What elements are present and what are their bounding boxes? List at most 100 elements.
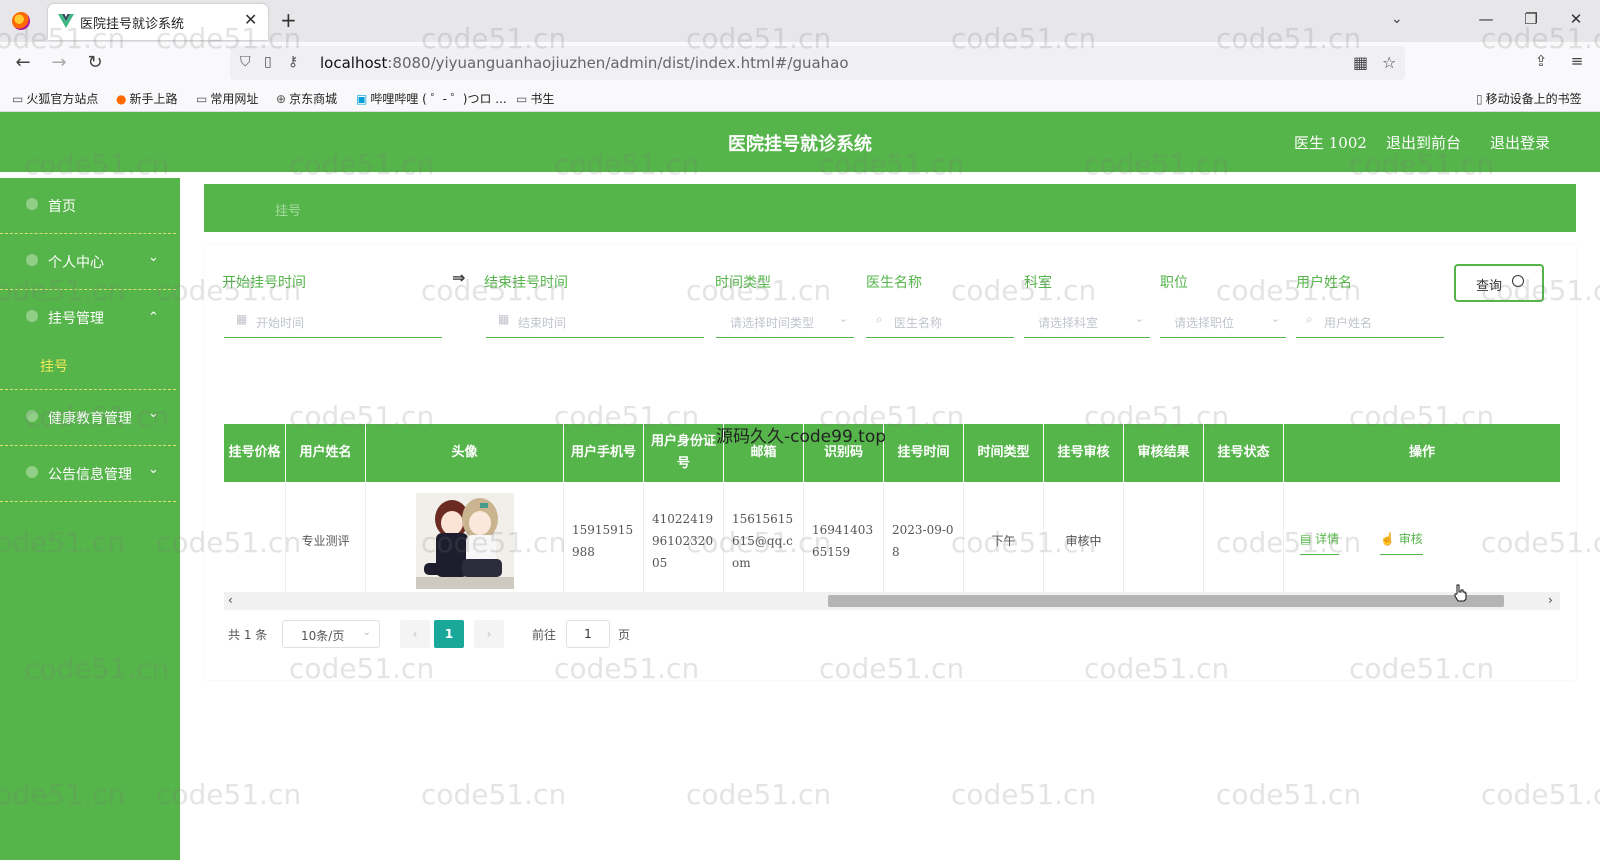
column-header: 用户姓名 <box>286 424 366 482</box>
sidebar-item-profile[interactable]: 个人中心 ⌄ <box>0 234 176 290</box>
chevron-down-icon: ⌄ <box>148 250 159 265</box>
bookmark-item[interactable]: ⊕ 京东商城 <box>276 90 337 107</box>
chevron-down-icon: ⌄ <box>838 312 848 325</box>
url-bar[interactable]: ⛉ ▯ ⚷ localhost:8080/yiyuanguanhaojiuzhe… <box>230 46 1405 80</box>
firefox-icon[interactable] <box>12 12 30 30</box>
page-icon[interactable]: ▯ <box>264 54 272 70</box>
sidebar-item-registration[interactable]: 挂号管理 ⌃ <box>0 290 176 346</box>
position-select[interactable]: 请选择职位 ⌄ <box>1160 302 1286 338</box>
end-time-input[interactable]: ▦ 结束时间 <box>486 302 704 338</box>
folder-icon: ▭ <box>516 92 528 106</box>
bookmark-star-icon[interactable]: ☆ <box>1382 53 1396 72</box>
end-time-label: 结束挂号时间 <box>484 275 568 291</box>
breadcrumb: 挂号 <box>204 184 1576 232</box>
goto-page-input[interactable]: 1 <box>566 620 610 648</box>
time-type-label: 时间类型 <box>715 275 771 291</box>
home-icon <box>26 198 38 210</box>
globe-icon: ⊕ <box>276 92 287 106</box>
close-tab-icon[interactable]: ✕ <box>244 10 257 29</box>
url-text[interactable]: localhost:8080/yiyuanguanhaojiuzhen/admi… <box>320 54 849 72</box>
bilibili-icon: ▣ <box>356 92 368 106</box>
minimize-icon[interactable]: — <box>1476 10 1496 28</box>
to-front-link[interactable]: 退出到前台 <box>1386 132 1461 153</box>
next-page-button[interactable]: › <box>474 620 504 648</box>
bookmark-item[interactable]: ▭ 书生 <box>516 90 554 107</box>
search-icon <box>1512 275 1524 287</box>
bookmark-item[interactable]: ● 新手上路 <box>116 90 178 107</box>
cell-avatar <box>366 482 564 600</box>
bookmark-item[interactable]: ▭ 常用网址 <box>196 90 258 107</box>
table-row[interactable]: 专业测评 15915915988 410224199610232005 1561… <box>224 482 1560 600</box>
share-icon[interactable]: ⇪ <box>1530 52 1552 70</box>
user-name-label: 用户姓名 <box>1296 275 1352 291</box>
table-header: 挂号价格 用户姓名 头像 用户手机号 用户身份证号 邮箱 识别码 挂号时间 时间… <box>224 424 1560 482</box>
cell-actions: ▤ 详情 ☝ 审核 <box>1284 482 1560 600</box>
education-icon <box>26 410 38 422</box>
tab-title: 医院挂号就诊系统 <box>80 17 185 32</box>
cell-status <box>1204 482 1284 600</box>
sidebar-item-notices[interactable]: 公告信息管理 ⌄ <box>0 446 176 502</box>
cell-time-type: 下午 <box>964 482 1044 600</box>
chevron-down-icon: ⌄ <box>362 627 371 638</box>
page-size-value: 10条/页 <box>301 629 345 643</box>
cell-time: 2023-09-08 <box>884 482 964 600</box>
shield-icon[interactable]: ⛉ <box>240 54 251 70</box>
start-time-input[interactable]: ▦ 开始时间 <box>224 302 442 338</box>
window-close-icon[interactable]: ✕ <box>1566 10 1586 28</box>
mobile-bookmarks[interactable]: ▯ 移动设备上的书签 <box>1476 90 1582 107</box>
page-size-select[interactable]: 10条/页 ⌄ <box>282 620 380 648</box>
search-icon: ⌕ <box>876 312 883 326</box>
sidebar-item-health-education[interactable]: 健康教育管理 ⌄ <box>0 390 176 446</box>
column-header: 时间类型 <box>964 424 1044 482</box>
detail-button[interactable]: ▤ 详情 <box>1300 528 1340 555</box>
cell-code: 1694140365159 <box>804 482 884 600</box>
prev-page-button[interactable]: ‹ <box>400 620 430 648</box>
scroll-right-icon[interactable]: › <box>1548 593 1553 607</box>
end-time-placeholder: 结束时间 <box>518 316 567 330</box>
menu-icon[interactable]: ≡ <box>1566 52 1588 70</box>
horizontal-scrollbar[interactable]: ‹ › <box>224 592 1560 610</box>
range-arrow-icon: ⇒ <box>452 268 466 287</box>
forward-icon[interactable]: → <box>48 52 70 73</box>
browser-tab[interactable]: 医院挂号就诊系统 ✕ <box>48 4 268 40</box>
chevron-down-icon: ⌄ <box>148 462 159 477</box>
cell-audit: 审核中 <box>1044 482 1124 600</box>
detail-label: 详情 <box>1315 532 1340 546</box>
audit-button[interactable]: ☝ 审核 <box>1380 528 1423 555</box>
department-select[interactable]: 请选择科室 ⌄ <box>1024 302 1150 338</box>
watermark-text: code51.cn <box>951 778 1097 811</box>
key-icon[interactable]: ⚷ <box>288 54 298 70</box>
time-type-placeholder: 请选择时间类型 <box>730 316 815 330</box>
tab-list-chevron-icon[interactable]: ⌄ <box>1391 11 1403 27</box>
folder-icon: ▭ <box>12 92 24 106</box>
back-icon[interactable]: ← <box>12 52 34 73</box>
query-button[interactable]: 查询 <box>1454 264 1544 302</box>
start-time-placeholder: 开始时间 <box>256 316 305 330</box>
sidebar-item-label: 健康教育管理 <box>48 411 132 427</box>
cell-audit-result <box>1124 482 1204 600</box>
start-time-label: 开始挂号时间 <box>222 275 306 291</box>
bookmark-item[interactable]: ▭ 火狐官方站点 <box>12 90 98 107</box>
column-header: 挂号状态 <box>1204 424 1284 482</box>
page-number-button[interactable]: 1 <box>434 620 464 648</box>
reload-icon[interactable]: ↻ <box>84 52 106 73</box>
time-type-select[interactable]: 请选择时间类型 ⌄ <box>716 302 854 338</box>
sidebar-item-home[interactable]: 首页 <box>0 178 176 234</box>
cell-price <box>224 482 286 600</box>
main-content: 开始挂号时间 ⇒ 结束挂号时间 时间类型 医生名称 科室 职位 用户姓名 ▦ 开… <box>204 244 1576 680</box>
user-name-input[interactable]: ⌕ 用户姓名 <box>1296 302 1444 338</box>
sidebar-subitem-label: 挂号 <box>40 359 68 375</box>
scroll-left-icon[interactable]: ‹ <box>228 593 233 607</box>
column-header: 操作 <box>1408 445 1435 460</box>
logout-link[interactable]: 退出登录 <box>1490 132 1550 153</box>
restore-icon[interactable]: ❐ <box>1521 10 1541 28</box>
bookmark-item[interactable]: ▣ 哔哩哔哩 ( ゜- ゜)つロ ... <box>356 90 507 107</box>
new-tab-icon[interactable]: + <box>280 8 297 32</box>
sidebar-subitem-registration[interactable]: 挂号 <box>0 340 176 390</box>
thumb-up-icon: ☝ <box>1380 532 1399 546</box>
calendar-icon: ▦ <box>236 312 248 326</box>
qr-code-icon[interactable]: ▦ <box>1353 53 1368 72</box>
doctor-name-input[interactable]: ⌕ 医生名称 <box>866 302 1014 338</box>
scroll-thumb[interactable] <box>828 595 1504 607</box>
chevron-up-icon: ⌃ <box>148 310 159 325</box>
